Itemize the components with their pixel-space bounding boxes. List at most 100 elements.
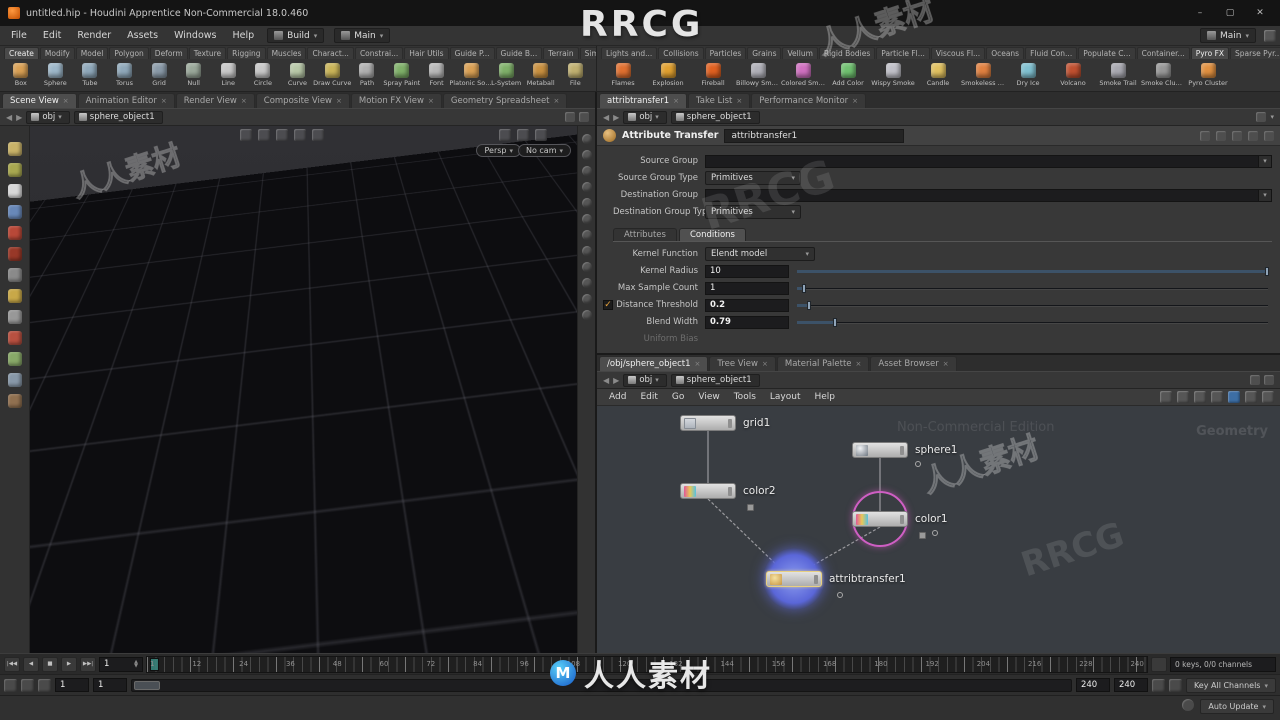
net-menu-layout[interactable]: Layout: [764, 391, 807, 403]
transport-button[interactable]: ▶▶|: [80, 656, 96, 672]
display-option-icon[interactable]: [581, 182, 592, 192]
node-attribtransfer1[interactable]: [766, 571, 822, 587]
scene-viewport[interactable]: Persp No cam x Left mouse tumbles. Middl…: [30, 126, 577, 653]
translate-mode-icon[interactable]: [258, 129, 270, 141]
view-tool-icon[interactable]: [7, 352, 22, 366]
menu-help[interactable]: Help: [225, 28, 261, 43]
overview-icon[interactable]: [1262, 391, 1274, 403]
shelf-tab[interactable]: Oceans: [986, 47, 1025, 59]
shelf-tool[interactable]: Grid: [142, 63, 176, 87]
shelf-tool[interactable]: Smokeless Flame: [961, 63, 1005, 87]
update-mode-icon[interactable]: [1182, 699, 1195, 711]
node-grid1[interactable]: [680, 415, 736, 431]
shelf-tab[interactable]: Pyro FX: [1190, 47, 1230, 59]
net-menu-tools[interactable]: Tools: [728, 391, 762, 403]
material-dark-icon[interactable]: [7, 247, 22, 261]
pane-tab[interactable]: Performance Monitor: [751, 93, 867, 108]
back-icon[interactable]: [603, 376, 609, 385]
pane-tab[interactable]: attribtransfer1: [599, 93, 687, 108]
shelf-tool[interactable]: Colored Smoke: [781, 63, 825, 87]
timeline-option-icon[interactable]: [1151, 656, 1167, 672]
display-option-icon[interactable]: [581, 262, 592, 272]
net-menu-go[interactable]: Go: [666, 391, 690, 403]
close-icon[interactable]: [161, 96, 167, 106]
table-icon[interactable]: [1194, 391, 1206, 403]
shelf-tool[interactable]: Pyro Cluster: [1186, 63, 1230, 87]
handles-tool-icon[interactable]: [7, 268, 22, 282]
display-option-icon[interactable]: [581, 198, 592, 208]
display-option-icon[interactable]: [581, 150, 592, 160]
chevron-down-icon[interactable]: [1270, 112, 1274, 122]
chevron-down-icon[interactable]: [1259, 188, 1272, 202]
node-sphere1[interactable]: [852, 442, 908, 458]
node-name-field[interactable]: attribtransfer1: [724, 128, 905, 143]
max-sample-count-field[interactable]: 1: [705, 281, 789, 295]
kernel-radius-slider[interactable]: [797, 265, 1272, 278]
node-color2[interactable]: [680, 483, 736, 499]
shelf-tab[interactable]: Model: [75, 47, 109, 59]
viewport-menu-icon[interactable]: [535, 129, 547, 141]
range-start-field[interactable]: 1: [55, 678, 89, 692]
objects-tool-icon[interactable]: [7, 142, 22, 156]
display-flag-dot[interactable]: [915, 461, 921, 467]
shelf-tab[interactable]: Texture: [188, 47, 227, 59]
distance-threshold-checkbox[interactable]: [603, 300, 613, 310]
close-icon[interactable]: [695, 359, 701, 369]
shelf-tab[interactable]: Viscous Fl...: [930, 47, 986, 59]
shelf-tool[interactable]: Torus: [108, 63, 142, 87]
playback-mode-icon[interactable]: [4, 678, 17, 692]
pane-tab[interactable]: Tree View: [709, 356, 776, 371]
paint-tool-icon[interactable]: [7, 163, 22, 177]
shelf-tool[interactable]: Font: [420, 63, 454, 87]
shelf-tool[interactable]: Line: [211, 63, 245, 87]
pane-tab[interactable]: Take List: [687, 93, 751, 108]
snapshot-icon[interactable]: [499, 129, 511, 141]
destination-group-type-select[interactable]: Primitives: [705, 205, 801, 219]
net-menu-view[interactable]: View: [692, 391, 725, 403]
shelf-tab[interactable]: Polygon: [109, 47, 149, 59]
snap-tool-icon[interactable]: [7, 310, 22, 324]
pane-tab[interactable]: Asset Browser: [870, 356, 957, 371]
menu-render[interactable]: Render: [70, 28, 118, 43]
display-option-icon[interactable]: [581, 166, 592, 176]
scale-mode-icon[interactable]: [294, 129, 306, 141]
close-icon[interactable]: [736, 96, 742, 106]
favorites-icon[interactable]: [1216, 130, 1226, 141]
pane-tab[interactable]: Material Palette: [776, 356, 870, 371]
transport-button[interactable]: ▶: [61, 656, 77, 672]
display-option-icon[interactable]: [581, 294, 592, 304]
network-canvas[interactable]: Non-Commercial Edition Geometry grid1 sp…: [597, 406, 1280, 653]
transport-button[interactable]: ■: [42, 656, 58, 672]
shelf-tool[interactable]: Spray Paint: [383, 63, 420, 87]
shelf-tool[interactable]: Curve: [281, 63, 315, 87]
shelf-tool[interactable]: Add Color: [826, 63, 870, 87]
info-icon[interactable]: [1264, 130, 1274, 141]
shelf-tool[interactable]: Billowy Smoke: [736, 63, 780, 87]
shelf-tab[interactable]: Create: [4, 47, 39, 59]
shelf-tool[interactable]: Wispy Smoke: [871, 63, 915, 87]
material-red-icon[interactable]: [7, 226, 22, 240]
max-sample-count-slider[interactable]: [797, 282, 1272, 295]
shelf-tab[interactable]: Lights and...: [601, 47, 658, 59]
chevron-down-icon[interactable]: [1259, 154, 1272, 168]
menu-assets[interactable]: Assets: [120, 28, 165, 43]
help-icon[interactable]: [1248, 130, 1258, 141]
shelf-tab[interactable]: Hair Utils: [404, 47, 449, 59]
shelf-tool[interactable]: Draw Curve: [313, 63, 351, 87]
display-option-icon[interactable]: [581, 246, 592, 256]
node-chip[interactable]: sphere_object1: [670, 110, 760, 124]
shelf-tab[interactable]: Populate C...: [1078, 47, 1136, 59]
shelf-tab[interactable]: Constrai...: [354, 47, 404, 59]
pane-tab[interactable]: Scene View: [2, 93, 77, 108]
range-start-alt-field[interactable]: 1: [93, 678, 127, 692]
close-icon[interactable]: [63, 96, 69, 106]
select-mode-icon[interactable]: [240, 129, 252, 141]
context-chip[interactable]: obj: [623, 110, 667, 124]
forward-icon[interactable]: [613, 113, 619, 122]
node-flag[interactable]: [814, 574, 818, 584]
shelf-tab[interactable]: Vellum: [782, 47, 818, 59]
shelf-tool[interactable]: L-System: [489, 63, 523, 87]
context-chip[interactable]: obj: [623, 373, 667, 387]
shelf-tool[interactable]: Platonic Solids: [449, 63, 493, 87]
node-flag[interactable]: [900, 445, 904, 455]
